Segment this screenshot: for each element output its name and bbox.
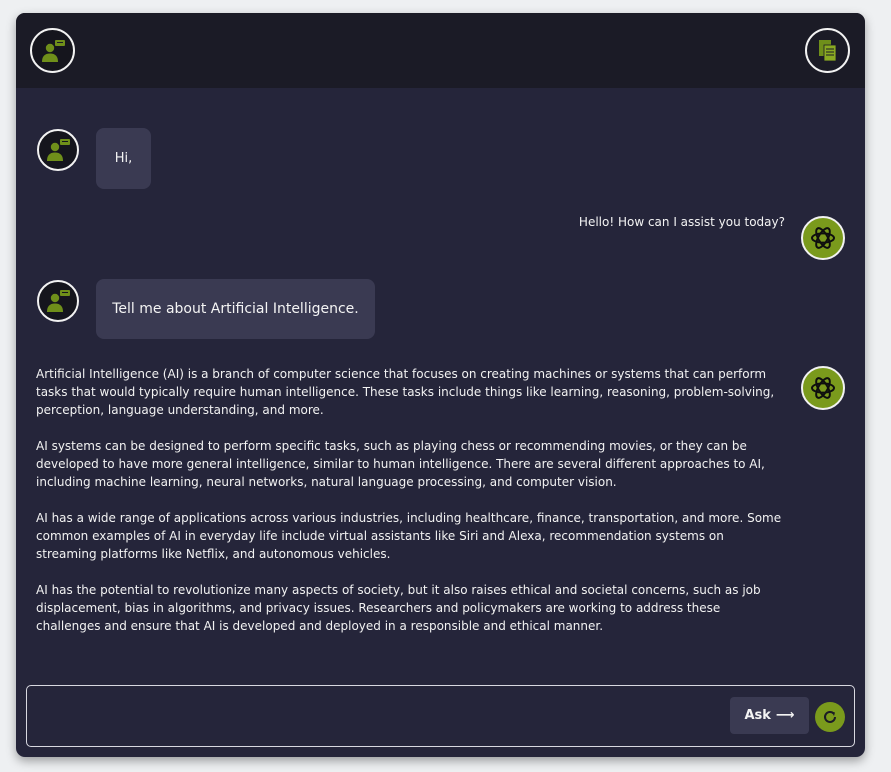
openai-logo-icon (811, 227, 835, 249)
assistant-message-text: Hello! How can I assist you today? (578, 215, 785, 229)
user-speaking-icon (47, 290, 70, 312)
assistant-avatar (801, 216, 845, 260)
user-message-text: Hi, (114, 151, 133, 166)
reply-paragraph: AI systems can be designed to perform sp… (36, 439, 765, 489)
header-bar (16, 13, 865, 88)
reply-paragraph: Artificial Intelligence (AI) is a branch… (36, 367, 775, 417)
user-message-bubble: Tell me about Artificial Intelligence. (96, 279, 375, 339)
reply-paragraph: AI has the potential to revolutionize ma… (36, 583, 761, 633)
question-input-container: Ask ⟶ (26, 685, 855, 747)
question-input[interactable] (35, 694, 729, 740)
user-message-text: Tell me about Artificial Intelligence. (112, 301, 359, 317)
header-user-avatar[interactable] (30, 28, 75, 73)
refresh-icon (824, 710, 836, 723)
documents-icon (818, 39, 836, 61)
assistant-avatar (801, 366, 845, 410)
openai-logo-icon (811, 377, 835, 399)
ask-button-label: Ask (744, 708, 771, 723)
user-speaking-icon (47, 139, 70, 161)
ask-button[interactable]: Ask ⟶ (730, 697, 809, 734)
header-documents-button[interactable] (805, 28, 850, 73)
user-avatar (37, 129, 79, 171)
arrow-right-icon: ⟶ (775, 708, 795, 723)
user-speaking-icon (41, 39, 65, 62)
reply-paragraph: AI has a wide range of applications acro… (36, 511, 782, 561)
refresh-button[interactable] (815, 702, 845, 732)
user-message-bubble: Hi, (96, 128, 151, 189)
user-avatar (37, 280, 79, 322)
chat-app: Hi, Hello! How can I assist you today? T… (16, 13, 865, 757)
assistant-long-reply: Artificial Intelligence (AI) is a branch… (36, 365, 788, 653)
